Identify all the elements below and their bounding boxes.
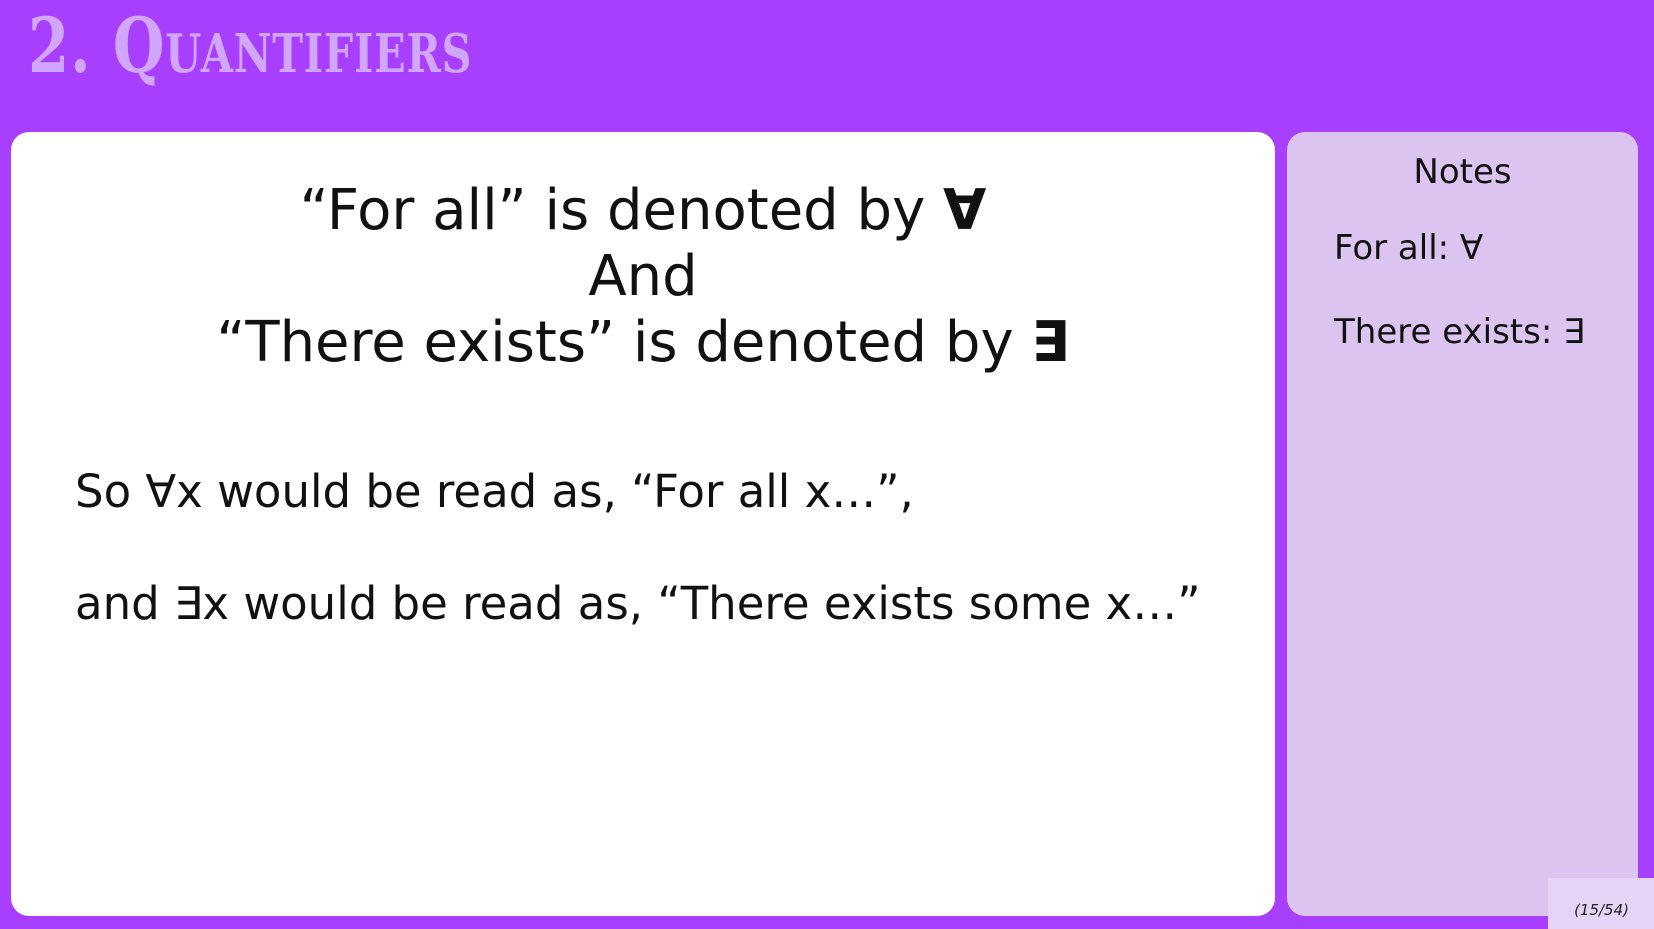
for-all-symbol: ∀ xyxy=(943,178,987,243)
for-all-reading-example: So ∀x would be read as, “For all x…”, xyxy=(75,465,914,518)
for-all-definition: “For all” is denoted by ∀ xyxy=(11,178,1275,244)
for-all-definition-text: “For all” is denoted by xyxy=(299,178,944,243)
note-there-exists: There exists: ∃ xyxy=(1334,312,1585,352)
there-exists-definition: “There exists” is denoted by ∃ xyxy=(11,310,1275,376)
note-for-all: For all: ∀ xyxy=(1334,228,1484,268)
there-exists-definition-text: “There exists” is denoted by xyxy=(216,310,1032,375)
slide-title: 2. Quantifiers xyxy=(28,1,473,90)
page-counter: (15/54) xyxy=(1548,878,1654,929)
main-content-panel: “For all” is denoted by ∀ And “There exi… xyxy=(11,132,1275,916)
there-exists-symbol: ∃ xyxy=(1031,310,1070,375)
quantifier-definitions: “For all” is denoted by ∀ And “There exi… xyxy=(11,178,1275,376)
notes-title: Notes xyxy=(1413,152,1512,192)
and-connector: And xyxy=(588,244,698,309)
there-exists-reading-example: and ∃x would be read as, “There exists s… xyxy=(75,577,1201,630)
notes-panel: Notes For all: ∀ There exists: ∃ xyxy=(1287,132,1638,916)
